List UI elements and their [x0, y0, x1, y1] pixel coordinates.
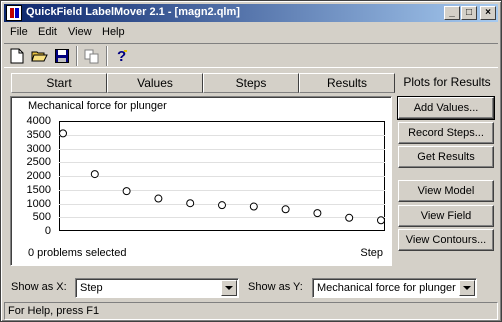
close-button[interactable]: ×: [480, 6, 496, 20]
y-tick-label: 3500: [26, 128, 51, 141]
copy-icon[interactable]: [81, 46, 102, 66]
status-text: For Help, press F1: [8, 305, 100, 317]
tab-steps[interactable]: Steps: [203, 73, 299, 93]
menu-file[interactable]: File: [10, 26, 28, 38]
y-tick-label: 500: [32, 211, 51, 224]
wizard-tabs: Start Values Steps Results: [11, 73, 397, 93]
data-point[interactable]: [313, 209, 322, 218]
data-point[interactable]: [186, 199, 195, 208]
data-point[interactable]: [59, 129, 67, 138]
new-document-icon[interactable]: [6, 46, 27, 66]
status-bar: For Help, press F1: [4, 302, 498, 320]
toolbar: ?: [4, 43, 498, 68]
add-values-button[interactable]: Add Values...: [397, 96, 495, 120]
data-point[interactable]: [345, 213, 354, 222]
window-title: QuickField LabelMover 2.1 - [magn2.qlm]: [26, 6, 240, 18]
y-tick-label: 0: [44, 225, 51, 237]
y-tick-label: 2000: [26, 170, 51, 182]
show-as-x-label: Show as X:: [11, 281, 67, 293]
menu-view[interactable]: View: [68, 26, 92, 38]
data-point[interactable]: [377, 216, 385, 225]
chevron-down-icon[interactable]: [459, 280, 475, 296]
view-contours-button[interactable]: View Contours...: [398, 229, 494, 251]
selection-status: 0 problems selected: [28, 247, 127, 259]
toolbar-separator: [106, 46, 108, 66]
tab-start[interactable]: Start: [11, 73, 107, 93]
data-point[interactable]: [90, 170, 99, 179]
tab-results[interactable]: Results: [299, 73, 395, 93]
y-tick-label: 3000: [26, 142, 51, 155]
tab-plots-for-results[interactable]: Plots for Results: [398, 73, 496, 91]
get-results-button[interactable]: Get Results: [398, 146, 494, 168]
record-steps-button[interactable]: Record Steps...: [398, 122, 494, 144]
minimize-button[interactable]: _: [444, 6, 460, 20]
x-axis-label: Step: [360, 247, 383, 259]
show-as-y-value: Mechanical force for plunger: [317, 282, 456, 294]
menu-help[interactable]: Help: [102, 26, 125, 38]
tab-values[interactable]: Values: [107, 73, 203, 93]
menu-edit[interactable]: Edit: [38, 26, 57, 38]
y-tick-label: 1000: [26, 197, 51, 210]
view-model-button[interactable]: View Model: [398, 180, 494, 202]
plot-area: [59, 121, 385, 231]
show-as-x-value: Step: [80, 282, 103, 294]
chevron-down-icon[interactable]: [221, 280, 237, 296]
maximize-button[interactable]: □: [461, 6, 477, 20]
y-tick-label: 1500: [26, 183, 51, 196]
show-as-y-select[interactable]: Mechanical force for plunger: [312, 278, 477, 298]
data-point[interactable]: [122, 187, 131, 196]
show-as-y-label: Show as Y:: [248, 281, 303, 293]
title-bar[interactable]: QuickField LabelMover 2.1 - [magn2.qlm] …: [4, 4, 498, 22]
app-logo-icon: [6, 5, 22, 21]
data-point[interactable]: [154, 194, 163, 203]
save-disk-icon[interactable]: [51, 46, 72, 66]
show-as-x-select[interactable]: Step: [75, 278, 239, 298]
results-chart: Mechanical force for plunger 4000 3500 300…: [10, 96, 392, 266]
help-icon[interactable]: ?: [111, 46, 132, 66]
toolbar-separator: [76, 46, 78, 66]
data-point[interactable]: [249, 202, 258, 211]
y-tick-label: 4000: [26, 115, 51, 127]
y-tick-label: 2500: [26, 156, 51, 169]
data-point[interactable]: [281, 205, 290, 214]
data-point[interactable]: [218, 201, 226, 210]
open-folder-icon[interactable]: [29, 46, 50, 66]
menu-bar: File Edit View Help: [4, 23, 498, 42]
view-field-button[interactable]: View Field: [398, 205, 494, 227]
chart-title: Mechanical force for plunger: [28, 100, 167, 112]
main-window: QuickField LabelMover 2.1 - [magn2.qlm] …: [0, 0, 502, 322]
